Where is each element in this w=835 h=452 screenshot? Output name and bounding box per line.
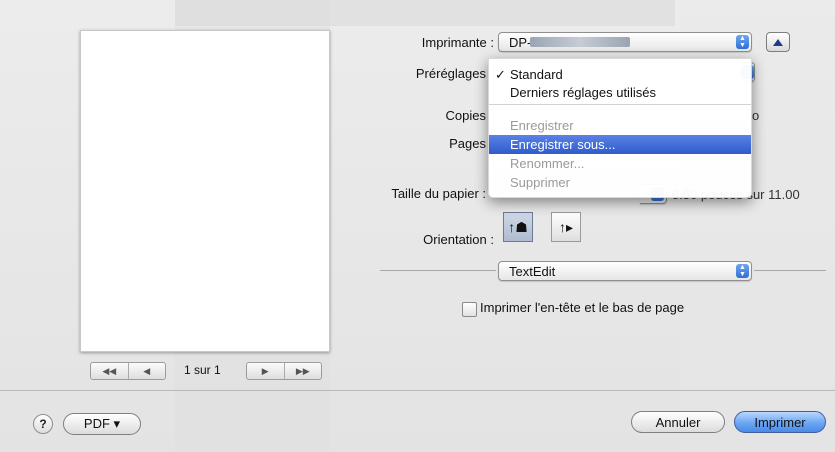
select-arrows-icon: ▲ ▼ [736,264,749,278]
footer-separator [0,390,835,391]
menu-separator [489,104,751,105]
menu-item-last-used[interactable]: Derniers réglages utilisés [489,83,751,102]
page-count: 1 sur 1 [184,363,221,377]
header-footer-label[interactable]: Imprimer l'en-tête et le bas de page [480,300,684,315]
printer-value: DP- [509,35,532,50]
presets-label: Préréglages [415,66,486,81]
last-page-icon[interactable]: ▶▶ [283,363,322,379]
recto-verso-label-fragment: o [752,108,760,123]
section-divider-left [380,270,496,271]
landscape-orientation-button[interactable]: ↑▸ [551,212,581,242]
menu-item-save: Enregistrer [510,118,574,133]
select-arrows-icon: ▲ ▼ [736,35,749,49]
cancel-button[interactable]: Annuler [631,411,725,433]
portrait-orientation-icon: ↑☗ [508,218,528,235]
printer-name-redacted [530,37,630,47]
next-page-icon[interactable]: ▶ [247,363,284,379]
preview-forward-controls[interactable]: ▶ ▶▶ [246,362,322,380]
menu-item-rename: Renommer... [510,156,585,171]
portrait-orientation-button[interactable]: ↑☗ [503,212,533,242]
menu-item-save-as[interactable]: Enregistrer sous... [489,135,751,154]
pdf-menu-button[interactable]: PDF ▾ [63,413,141,435]
printer-label: Imprimante : [421,35,494,50]
triangle-up-icon [773,38,783,46]
paper-size-label: Taille du papier : [391,186,486,201]
landscape-orientation-icon: ↑▸ [558,218,574,235]
help-button[interactable]: ? [33,414,53,434]
copies-label: Copies [445,108,486,123]
checkmark-icon: ✓ [495,67,506,82]
section-divider-right [754,270,826,271]
menu-item-delete: Supprimer [510,175,570,190]
first-page-icon[interactable]: ◀◀ [91,363,128,379]
printer-select[interactable]: DP- ▲ ▼ [498,32,752,52]
previous-page-icon[interactable]: ◀ [127,363,166,379]
header-footer-checkbox[interactable] [462,302,477,317]
preview-back-controls[interactable]: ◀◀ ◀ [90,362,166,380]
print-section-value: TextEdit [509,264,556,279]
print-button[interactable]: Imprimer [734,411,826,433]
presets-menu: ✓ Standard Derniers réglages utilisés En… [488,58,752,198]
orientation-label: Orientation : [423,232,494,247]
pages-label: Pages [449,136,486,151]
menu-item-standard[interactable]: ✓ Standard [489,65,751,84]
collapse-details-button[interactable] [766,32,790,52]
page-preview [80,30,330,352]
print-section-select[interactable]: TextEdit ▲ ▼ [498,261,752,281]
